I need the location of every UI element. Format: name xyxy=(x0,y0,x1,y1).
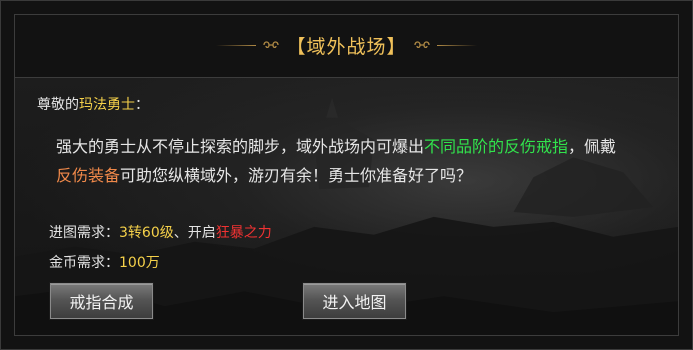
battlefield-dialog: 【域外战场】 尊敬的玛法勇士： 强大的勇士从不停止探索的脚步，域外战场内可爆出不… xyxy=(0,0,693,350)
ring-synthesis-button[interactable]: 戒指合成 xyxy=(49,282,154,320)
description-part1: 强大的勇士从不停止探索的脚步，域外战场内可爆出 xyxy=(56,137,425,156)
scroll-ornament-icon xyxy=(263,41,280,49)
title-line-right xyxy=(436,44,477,46)
gold-requirement: 金币需求：100万 xyxy=(49,252,160,272)
map-requirement-level: 3转60级 xyxy=(119,225,174,241)
greeting: 尊敬的玛法勇士： xyxy=(37,94,149,114)
scroll-ornament-icon xyxy=(413,41,430,49)
greeting-prefix: 尊敬的 xyxy=(37,97,79,113)
map-requirement-power: 狂暴之力 xyxy=(215,225,272,241)
greeting-suffix: ： xyxy=(135,97,149,113)
gold-requirement-value: 100万 xyxy=(119,255,160,271)
header-divider xyxy=(14,77,679,78)
player-title: 玛法勇士 xyxy=(79,97,135,113)
title-line-left xyxy=(216,44,257,46)
dialog-title: 【域外战场】 xyxy=(286,35,407,58)
description-part3: 可助您纵横域外，游刃有余！勇士你准备好了吗？ xyxy=(120,166,473,185)
map-requirement-label: 进图需求： xyxy=(49,225,119,241)
equipment-highlight: 反伤装备 xyxy=(56,166,121,185)
enter-map-button[interactable]: 进入地图 xyxy=(302,282,407,320)
gold-requirement-label: 金币需求： xyxy=(49,255,119,271)
map-requirement-separator: 、开启 xyxy=(173,225,216,241)
reward-highlight: 不同品阶的反伤戒指 xyxy=(424,137,569,156)
description-part2: ，佩戴 xyxy=(568,137,617,156)
map-requirement: 进图需求：3转60级、开启狂暴之力 xyxy=(49,222,272,242)
description-text: 强大的勇士从不停止探索的脚步，域外战场内可爆出不同品阶的反伤戒指，佩戴反伤装备可… xyxy=(56,132,666,190)
title-row: 【域外战场】 xyxy=(1,30,692,60)
